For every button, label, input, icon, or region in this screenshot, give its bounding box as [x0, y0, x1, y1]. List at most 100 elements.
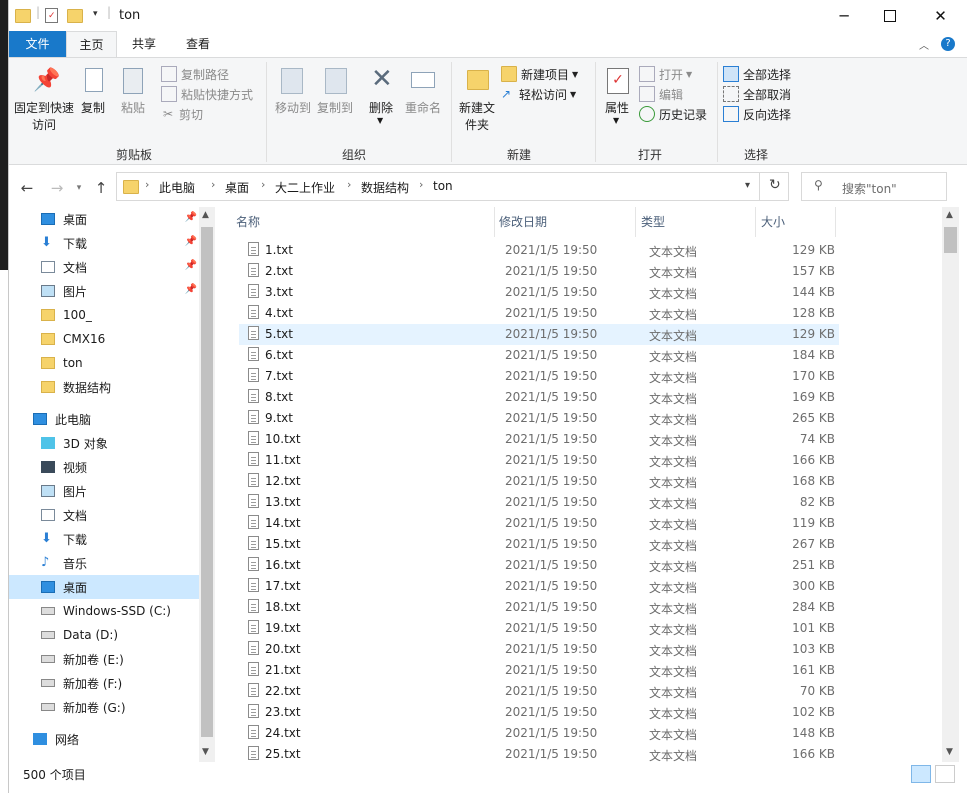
- file-row[interactable]: 19.txt 2021/1/5 19:50 文本文档 101 KB: [239, 618, 839, 639]
- nav-item-pc-0[interactable]: 3D 对象: [9, 431, 199, 455]
- copy-button[interactable]: 复制: [73, 64, 113, 124]
- breadcrumb-data-structures[interactable]: 数据结构: [361, 179, 409, 196]
- nav-item-network[interactable]: 网络: [9, 727, 199, 751]
- nav-item-pc-8[interactable]: Data (D:): [9, 623, 199, 647]
- breadcrumb-separator[interactable]: ›: [347, 178, 351, 191]
- nav-item-quick-0[interactable]: 桌面 📌: [9, 207, 199, 231]
- collapse-ribbon-icon[interactable]: ︿: [919, 37, 929, 52]
- paste-shortcut-button[interactable]: 粘贴快捷方式: [161, 84, 266, 104]
- nav-item-quick-6[interactable]: ton: [9, 351, 199, 375]
- nav-item-quick-4[interactable]: 100_: [9, 303, 199, 327]
- cut-button[interactable]: ✂ 剪切: [161, 104, 266, 124]
- properties-button[interactable]: ✓ 属性 ▼: [597, 64, 637, 134]
- breadcrumb-homework[interactable]: 大二上作业: [275, 179, 335, 196]
- file-list-scrollbar[interactable]: ▲ ▼: [942, 207, 959, 762]
- select-all-button[interactable]: 全部选择: [723, 64, 813, 84]
- new-item-button[interactable]: 新建项目 ▼: [501, 64, 591, 84]
- file-row[interactable]: 6.txt 2021/1/5 19:50 文本文档 184 KB: [239, 345, 839, 366]
- breadcrumb-desktop[interactable]: 桌面: [225, 179, 249, 196]
- nav-item-quick-7[interactable]: 数据结构: [9, 375, 199, 399]
- nav-item-quick-3[interactable]: 图片 📌: [9, 279, 199, 303]
- nav-item-pc-11[interactable]: 新加卷 (G:): [9, 695, 199, 719]
- file-row[interactable]: 5.txt 2021/1/5 19:50 文本文档 129 KB: [239, 324, 839, 345]
- file-row[interactable]: 23.txt 2021/1/5 19:50 文本文档 102 KB: [239, 702, 839, 723]
- nav-item-pc-9[interactable]: 新加卷 (E:): [9, 647, 199, 671]
- file-row[interactable]: 21.txt 2021/1/5 19:50 文本文档 161 KB: [239, 660, 839, 681]
- file-scroll-thumb[interactable]: [944, 227, 957, 253]
- file-row[interactable]: 2.txt 2021/1/5 19:50 文本文档 157 KB: [239, 261, 839, 282]
- file-row[interactable]: 7.txt 2021/1/5 19:50 文本文档 170 KB: [239, 366, 839, 387]
- delete-button[interactable]: ✕ 删除 ▼: [363, 64, 399, 134]
- file-row[interactable]: 1.txt 2021/1/5 19:50 文本文档 129 KB: [239, 240, 839, 261]
- tab-share[interactable]: 共享: [121, 31, 167, 57]
- edit-button[interactable]: 编辑: [639, 84, 719, 104]
- properties-quick-icon[interactable]: ✓: [45, 8, 58, 23]
- help-icon[interactable]: ?: [941, 37, 955, 51]
- close-button[interactable]: ✕: [913, 0, 967, 31]
- tab-view[interactable]: 查看: [173, 31, 223, 57]
- column-header-name[interactable]: 名称: [236, 207, 494, 237]
- file-row[interactable]: 13.txt 2021/1/5 19:50 文本文档 82 KB: [239, 492, 839, 513]
- open-button[interactable]: 打开 ▼: [639, 64, 719, 84]
- forward-button[interactable]: →: [47, 178, 67, 198]
- history-button[interactable]: 历史记录: [639, 104, 719, 124]
- column-header-type[interactable]: 类型: [641, 207, 757, 237]
- tab-file[interactable]: 文件: [9, 31, 66, 57]
- new-folder-button[interactable]: 新建文件夹: [455, 64, 499, 140]
- copy-path-button[interactable]: 复制路径: [161, 64, 266, 84]
- column-divider[interactable]: [635, 207, 636, 237]
- breadcrumb-separator[interactable]: ›: [145, 178, 149, 191]
- breadcrumb-separator[interactable]: ›: [211, 178, 215, 191]
- paste-button[interactable]: 粘贴: [113, 64, 153, 124]
- file-row[interactable]: 25.txt 2021/1/5 19:50 文本文档 166 KB: [239, 744, 839, 762]
- file-row[interactable]: 3.txt 2021/1/5 19:50 文本文档 144 KB: [239, 282, 839, 303]
- file-row[interactable]: 18.txt 2021/1/5 19:50 文本文档 284 KB: [239, 597, 839, 618]
- new-folder-quick-icon[interactable]: [67, 9, 83, 23]
- column-header-size[interactable]: 大小: [761, 207, 833, 237]
- nav-item-pc-6[interactable]: 桌面: [9, 575, 199, 599]
- breadcrumb-separator[interactable]: ›: [261, 178, 265, 191]
- breadcrumb-ton[interactable]: ton: [433, 179, 453, 193]
- rename-button[interactable]: 重命名: [401, 64, 445, 126]
- scroll-down-icon[interactable]: ▼: [202, 747, 209, 757]
- file-row[interactable]: 24.txt 2021/1/5 19:50 文本文档 148 KB: [239, 723, 839, 744]
- scroll-up-icon[interactable]: ▲: [946, 210, 953, 220]
- nav-item-pc-5[interactable]: ♪ 音乐: [9, 551, 199, 575]
- details-view-icon[interactable]: [911, 765, 931, 783]
- nav-item-pc-2[interactable]: 图片: [9, 479, 199, 503]
- nav-item-pc-10[interactable]: 新加卷 (F:): [9, 671, 199, 695]
- nav-scrollbar[interactable]: ▲ ▼: [199, 207, 215, 762]
- search-box[interactable]: ⚲ 搜索"ton": [801, 172, 947, 201]
- nav-item-pc-3[interactable]: 文档: [9, 503, 199, 527]
- nav-item-this-pc[interactable]: 此电脑: [9, 407, 199, 431]
- scroll-down-icon[interactable]: ▼: [946, 747, 953, 757]
- recent-locations-button[interactable]: ▾: [69, 178, 89, 198]
- tab-home[interactable]: 主页: [66, 31, 117, 57]
- file-row[interactable]: 15.txt 2021/1/5 19:50 文本文档 267 KB: [239, 534, 839, 555]
- back-button[interactable]: ←: [17, 178, 37, 198]
- file-row[interactable]: 11.txt 2021/1/5 19:50 文本文档 166 KB: [239, 450, 839, 471]
- refresh-icon[interactable]: ↻: [769, 177, 781, 193]
- nav-scroll-thumb[interactable]: [201, 227, 213, 737]
- nav-item-pc-7[interactable]: Windows-SSD (C:): [9, 599, 199, 623]
- breadcrumb-separator[interactable]: ›: [419, 178, 423, 191]
- select-none-button[interactable]: 全部取消: [723, 84, 813, 104]
- large-icons-view-icon[interactable]: [935, 765, 955, 783]
- file-row[interactable]: 4.txt 2021/1/5 19:50 文本文档 128 KB: [239, 303, 839, 324]
- maximize-button[interactable]: [867, 0, 913, 31]
- file-row[interactable]: 10.txt 2021/1/5 19:50 文本文档 74 KB: [239, 429, 839, 450]
- invert-selection-button[interactable]: 反向选择: [723, 104, 813, 124]
- nav-item-quick-1[interactable]: ⬇ 下载 📌: [9, 231, 199, 255]
- scroll-up-icon[interactable]: ▲: [202, 210, 209, 220]
- file-row[interactable]: 16.txt 2021/1/5 19:50 文本文档 251 KB: [239, 555, 839, 576]
- column-header-date[interactable]: 修改日期: [499, 207, 639, 237]
- copy-to-button[interactable]: 复制到: [313, 64, 357, 126]
- address-dropdown-icon[interactable]: ▾: [745, 180, 750, 191]
- column-divider[interactable]: [835, 207, 836, 237]
- file-row[interactable]: 9.txt 2021/1/5 19:50 文本文档 265 KB: [239, 408, 839, 429]
- file-row[interactable]: 20.txt 2021/1/5 19:50 文本文档 103 KB: [239, 639, 839, 660]
- breadcrumb-this-pc[interactable]: 此电脑: [159, 179, 195, 196]
- file-row[interactable]: 8.txt 2021/1/5 19:50 文本文档 169 KB: [239, 387, 839, 408]
- column-divider[interactable]: [494, 207, 495, 237]
- column-divider[interactable]: [755, 207, 756, 237]
